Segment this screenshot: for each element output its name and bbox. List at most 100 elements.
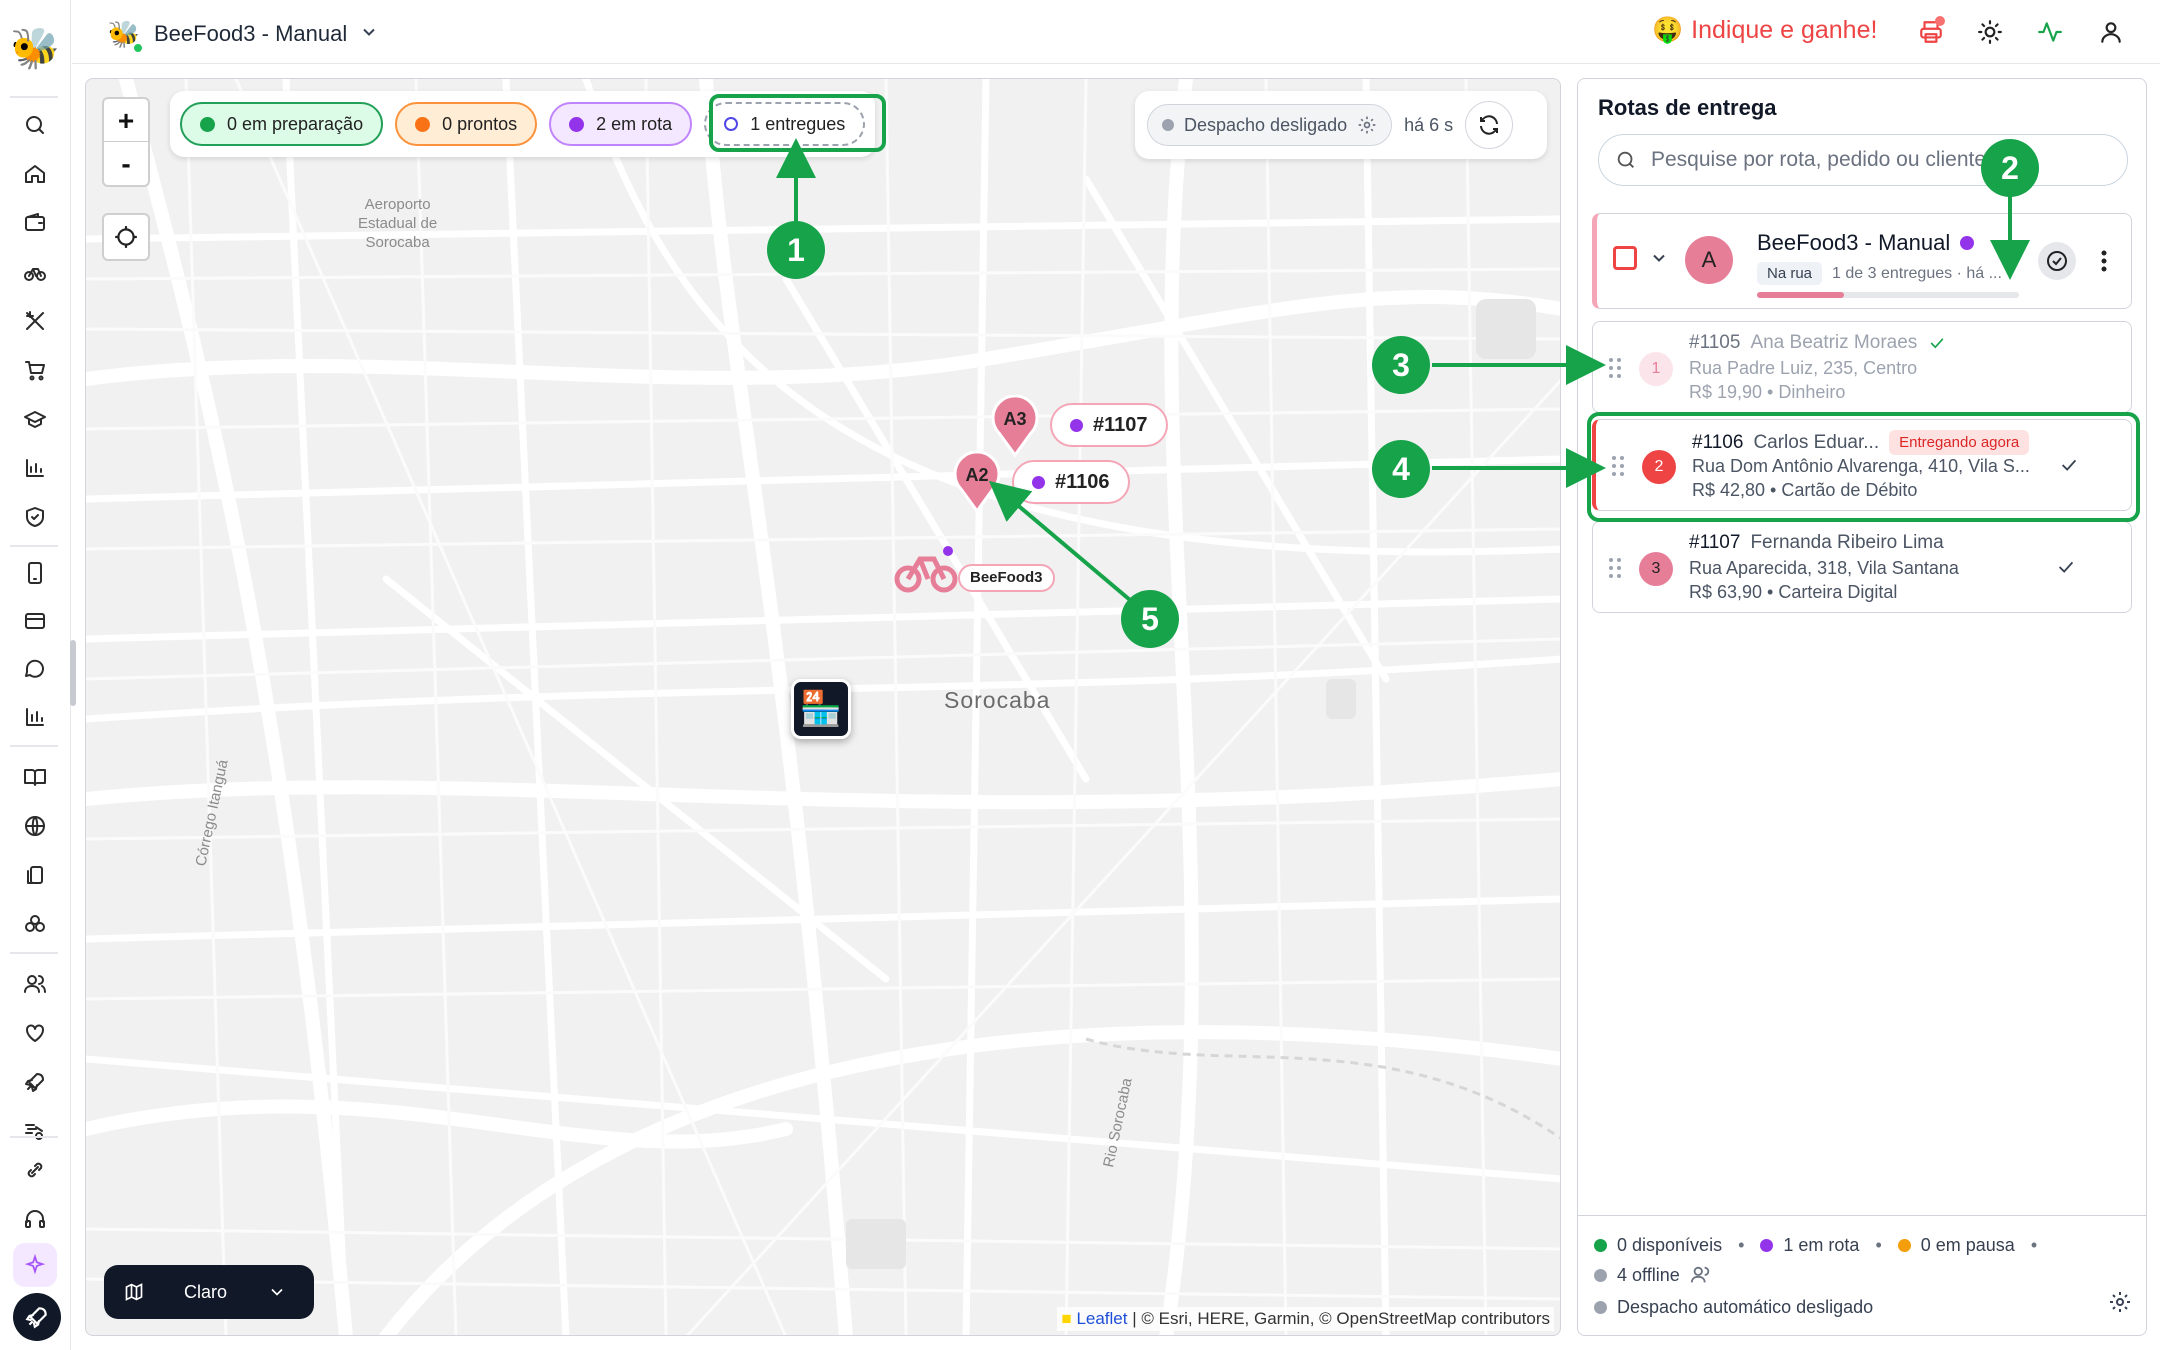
boxes-icon[interactable] [20, 909, 50, 939]
heart-icon[interactable] [20, 1018, 50, 1048]
search-icon[interactable] [20, 110, 50, 140]
stop-address: Rua Dom Antônio Alvarenga, 410, Vila S..… [1692, 456, 2030, 476]
sun-icon[interactable] [1974, 16, 2006, 48]
status-dot [1897, 1238, 1911, 1252]
online-indicator [132, 42, 144, 54]
chat-icon[interactable] [20, 654, 50, 684]
delivery-stop[interactable]: 3 #1107 Fernanda Ribeiro Lima Rua Aparec… [1592, 521, 2132, 613]
rocket-icon[interactable] [20, 1067, 50, 1097]
route-search[interactable] [1598, 134, 2128, 186]
filter-on-route[interactable]: 2 em rota [549, 102, 693, 146]
order-number: #1107 [1689, 532, 1741, 553]
search-input[interactable] [1651, 148, 2031, 172]
status-dot [1070, 418, 1083, 432]
status-dot [569, 116, 585, 132]
offline-count: 4 offline [1617, 1264, 1680, 1285]
delivery-stop[interactable]: 2 #1106 Carlos Eduar... Entregando agora… [1592, 419, 2132, 511]
sidebar-divider [10, 96, 58, 98]
bike-icon[interactable] [20, 257, 50, 287]
user-icon[interactable] [2095, 16, 2127, 48]
courier-bike-icon[interactable] [894, 545, 958, 595]
printer-icon[interactable] [1915, 16, 1947, 48]
filter-label: 0 prontos [442, 113, 518, 134]
headset-icon[interactable] [20, 1204, 50, 1234]
globe-icon[interactable] [20, 811, 50, 841]
link-icon[interactable] [20, 1155, 50, 1185]
left-sidebar: 🐝 [0, 0, 71, 1350]
offline-row: 4 offline [1594, 1260, 2132, 1290]
highlight-box [709, 94, 886, 152]
separator: • [1738, 1234, 1745, 1255]
zoom-out-button[interactable]: - [104, 142, 148, 185]
utensils-icon[interactable] [20, 306, 50, 336]
drag-handle-icon[interactable] [1610, 454, 1626, 483]
order-tag[interactable]: #1107 [1050, 403, 1168, 447]
stop-header: #1107 Fernanda Ribeiro Lima [1689, 532, 1944, 554]
refresh-button[interactable] [1465, 101, 1514, 149]
cart-icon[interactable] [20, 355, 50, 385]
users-icon[interactable] [1690, 1264, 1712, 1286]
stop-address: Rua Aparecida, 318, Vila Santana [1689, 558, 1959, 578]
bar-chart-icon[interactable] [20, 702, 50, 732]
status-badge: Na rua [1757, 262, 1823, 285]
copy-icon[interactable] [20, 860, 50, 890]
box-icon[interactable] [20, 404, 50, 434]
sidebar-divider [10, 745, 58, 747]
money-face-icon: 🤑 [1652, 16, 1684, 44]
mark-delivered-button[interactable] [2055, 556, 2077, 583]
more-options-icon[interactable] [2093, 246, 2115, 281]
sparkle-icon[interactable] [13, 1243, 57, 1287]
stop-header: #1105 Ana Beatriz Moraes [1689, 332, 1947, 354]
delivery-icon[interactable] [20, 1116, 50, 1146]
gear-icon[interactable] [2108, 1290, 2132, 1319]
customer-name: Fernanda Ribeiro Lima [1750, 532, 1944, 553]
activity-icon[interactable] [2034, 16, 2066, 48]
sidebar-resize-handle[interactable] [70, 640, 76, 706]
separator: • [2030, 1234, 2038, 1255]
home-icon[interactable] [20, 159, 50, 189]
phone-icon[interactable] [20, 558, 50, 588]
bee-logo-icon[interactable]: 🐝 [10, 24, 60, 74]
users-icon[interactable] [20, 969, 50, 999]
map-theme-selector[interactable]: Claro [104, 1265, 314, 1319]
filter-preparing[interactable]: 0 em preparação [180, 102, 384, 146]
card-icon[interactable] [20, 606, 50, 636]
rocket-icon[interactable] [13, 1293, 61, 1341]
route-checkbox[interactable] [1613, 246, 1637, 270]
complete-route-button[interactable] [2038, 242, 2076, 280]
panel-title: Rotas de entrega [1598, 95, 1777, 120]
store-selector[interactable]: 🐝 BeeFood3 - Manual [106, 14, 379, 54]
map-view[interactable]: Aeroporto Estadual de Sorocaba Sorocaba Có… [85, 78, 1561, 1336]
delivery-stop[interactable]: 1 #1105 Ana Beatriz Moraes Rua Padre Lui… [1592, 321, 2132, 413]
route-pin-a2[interactable]: A2 [951, 451, 1003, 513]
drag-handle-icon[interactable] [1607, 356, 1623, 385]
leaflet-link[interactable]: Leaflet [1076, 1309, 1127, 1328]
route-name-label: BeeFood3 - Manual [1757, 230, 1951, 255]
chart-icon[interactable] [20, 453, 50, 483]
referral-link[interactable]: 🤑 Indique e ganhe! [1652, 16, 1877, 45]
zoom-in-button[interactable]: + [104, 99, 148, 142]
locate-button[interactable] [102, 213, 150, 261]
store-marker-icon[interactable]: 🏪 [791, 679, 851, 739]
status-dot [1960, 236, 1975, 250]
airport-label: Aeroporto Estadual de Sorocaba [358, 196, 438, 251]
dispatch-toggle[interactable]: Despacho desligado [1147, 104, 1393, 146]
drag-handle-icon[interactable] [1607, 556, 1623, 585]
filter-label: 2 em rota [596, 113, 673, 134]
route-status: Na rua 1 de 3 entregues · há ... [1757, 262, 2002, 285]
stop-number: 1 [1639, 352, 1673, 386]
route-pin-a3[interactable]: A3 [989, 395, 1041, 457]
shield-icon[interactable] [20, 502, 50, 532]
route-card[interactable]: A BeeFood3 - Manual Na rua 1 de 3 entreg… [1592, 213, 2132, 309]
status-dot [1760, 1238, 1774, 1252]
chevron-down-icon[interactable] [1649, 248, 1669, 273]
courier-tag[interactable]: BeeFood3 [958, 564, 1055, 592]
mark-delivered-button[interactable] [2058, 454, 2080, 481]
wallet-icon[interactable] [20, 208, 50, 238]
order-number: #1106 [1055, 470, 1110, 493]
last-updated: há 6 s [1404, 114, 1454, 135]
order-tag[interactable]: #1106 [1012, 460, 1130, 504]
book-icon[interactable] [20, 762, 50, 792]
filter-ready[interactable]: 0 prontos [395, 102, 538, 146]
customer-name: Carlos Eduar... [1753, 431, 1880, 453]
